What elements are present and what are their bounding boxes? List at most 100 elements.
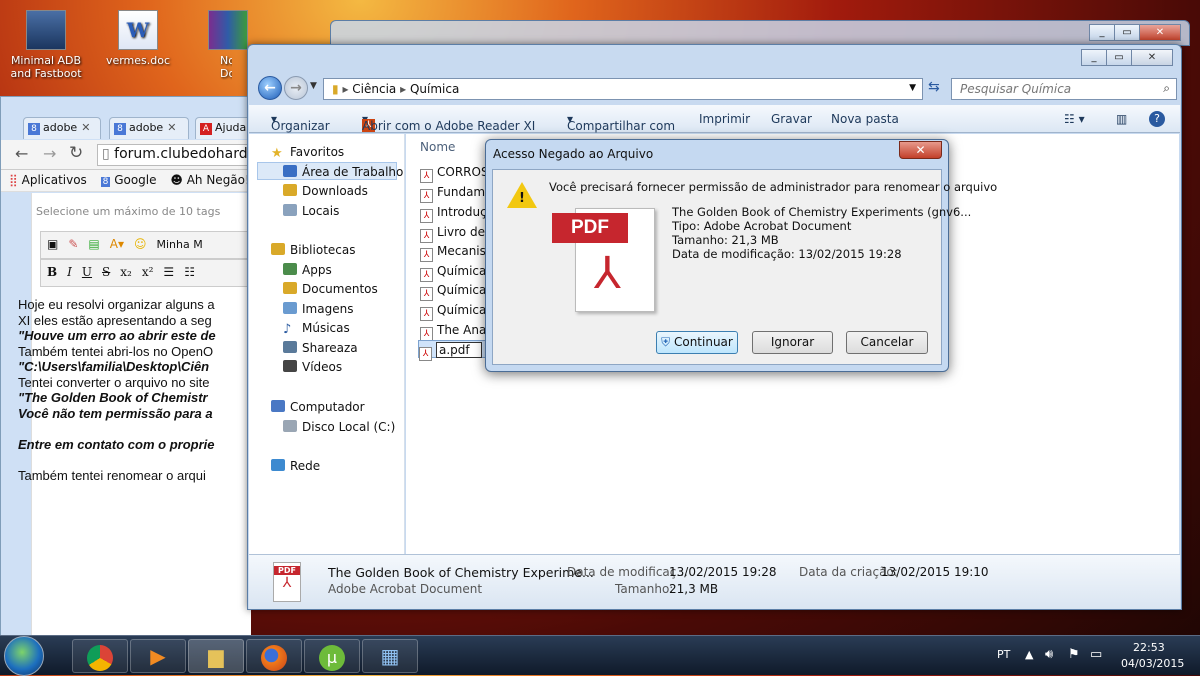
table-icon[interactable]: ▤ (88, 237, 99, 251)
start-button[interactable] (4, 636, 44, 676)
taskbar-remote-app[interactable]: ▦ (362, 639, 418, 673)
file-item[interactable]: ⅄ Química (420, 281, 486, 301)
dialog-close-icon[interactable]: ✕ (899, 141, 942, 159)
nav-places[interactable]: Locais (283, 202, 339, 220)
language-indicator[interactable]: PT (997, 648, 1010, 661)
chrome-tab-1[interactable]: 8 adobe ✕ (23, 117, 101, 139)
preview-pane-icon[interactable]: ▥ (1116, 112, 1127, 126)
recent-pages-chevron-icon[interactable]: ▼ (310, 81, 317, 91)
file-item[interactable]: ⅄ CORROS (420, 163, 489, 183)
help-icon[interactable]: ? (1149, 111, 1165, 127)
superscript-icon[interactable]: x² (142, 265, 154, 279)
font-color-icon[interactable]: A▾ (110, 237, 124, 251)
minimize-icon[interactable]: _ (1081, 49, 1107, 66)
view-options-icon[interactable]: ☷ ▾ (1064, 112, 1085, 126)
strikethrough-icon[interactable]: S (102, 265, 110, 279)
nav-videos[interactable]: Vídeos (283, 358, 342, 376)
eraser-icon[interactable]: ✎ (68, 237, 78, 251)
column-header-name[interactable]: Nome (420, 140, 455, 154)
bold-icon[interactable]: B (47, 265, 57, 279)
file-item[interactable]: ⅄ Livro de (420, 223, 485, 243)
nav-images[interactable]: Imagens (283, 300, 353, 318)
action-center-flag-icon[interactable]: ⚑ (1068, 647, 1080, 662)
clock-time[interactable]: 22:53 (1133, 641, 1165, 654)
maximize-icon[interactable]: ▭ (1106, 49, 1132, 66)
breadcrumb-ciencia[interactable]: Ciência (352, 82, 396, 96)
adobe-icon: A (200, 123, 212, 135)
nav-shareaza[interactable]: Shareaza (283, 339, 358, 357)
refresh-icon[interactable]: ⇆ (928, 79, 940, 95)
nav-computer[interactable]: Computador (271, 398, 365, 416)
file-item[interactable]: ⅄ The Anar (420, 321, 491, 341)
desktop-icon-adb[interactable]: Minimal ADB and Fastboot (0, 10, 92, 80)
tab-close-icon[interactable]: ✕ (167, 121, 176, 134)
taskbar-explorer[interactable]: ▆ (188, 639, 244, 673)
maximize-icon[interactable]: ▭ (1114, 24, 1140, 41)
taskbar-chrome[interactable] (72, 639, 128, 673)
desktop-icon-novo[interactable]: Nov Docume (180, 10, 250, 80)
taskbar-firefox[interactable] (246, 639, 302, 673)
chrome-tab-3[interactable]: A Ajuda (195, 117, 255, 139)
taskbar-utorrent[interactable]: µ (304, 639, 360, 673)
minimize-icon[interactable]: _ (1089, 24, 1115, 41)
subscript-icon[interactable]: x₂ (120, 265, 132, 279)
burn-button[interactable]: Gravar (771, 112, 812, 126)
file-item-renaming[interactable]: ⅄ a.pdf (418, 340, 487, 361)
close-icon[interactable]: ✕ (1131, 49, 1173, 66)
italic-icon[interactable]: I (67, 265, 72, 279)
organize-button[interactable]: Organizar ▾ (271, 112, 330, 133)
nav-network[interactable]: Rede (271, 457, 320, 475)
address-dropdown-icon[interactable]: ▼ (909, 83, 916, 93)
nav-downloads[interactable]: Downloads (283, 182, 368, 200)
nav-desktop[interactable]: Área de Trabalho (257, 162, 403, 180)
search-input[interactable]: Pesquisar Química ⌕ (951, 78, 1177, 100)
print-button[interactable]: Imprimir (699, 112, 750, 126)
address-bar[interactable]: ▮ ▸ Ciência ▸ Química ▼ (323, 78, 923, 100)
nav-favorites[interactable]: ★ Favoritos (271, 143, 344, 161)
source-icon[interactable]: ▣ (47, 237, 58, 251)
numbered-list-icon[interactable]: ☷ (184, 265, 195, 279)
tray-expand-icon[interactable]: ▲ (1025, 648, 1033, 661)
file-item[interactable]: ⅄ Química (420, 262, 486, 282)
file-item[interactable]: ⅄ Química (420, 301, 486, 321)
nav-music[interactable]: ♪ Músicas (283, 319, 350, 337)
back-arrow-icon[interactable]: ← (15, 144, 28, 163)
bookmark-google[interactable]: Google (114, 173, 156, 187)
breadcrumb-quimica[interactable]: Química (410, 82, 459, 96)
file-item[interactable]: ⅄ Introduç (420, 203, 487, 223)
open-with-button[interactable]: ⅄ Abrir com o Adobe Reader XI ▾ (362, 112, 535, 133)
share-button[interactable]: Compartilhar com ▾ (567, 112, 675, 133)
rename-input[interactable]: a.pdf (436, 342, 482, 358)
nav-local-disk[interactable]: Disco Local (C:) (283, 418, 395, 436)
nav-documents[interactable]: Documentos (283, 280, 378, 298)
nav-apps[interactable]: Apps (283, 261, 332, 279)
chrome-tab-2[interactable]: 8 adobe ✕ (109, 117, 189, 139)
tab-close-icon[interactable]: ✕ (81, 121, 90, 134)
address-bar[interactable]: ▯ forum.clubedohardw (97, 144, 257, 166)
bookmark-ahnegao[interactable]: Ah Negão! (187, 173, 250, 187)
file-item[interactable]: ⅄ Fundame (420, 183, 493, 203)
search-icon: ⌕ (1163, 81, 1170, 95)
media-icon[interactable]: Minha M (157, 238, 203, 251)
forward-arrow-icon[interactable]: → (43, 144, 56, 163)
forward-arrow-icon[interactable]: → (284, 76, 308, 100)
emoticon-icon[interactable]: ☺ (134, 237, 147, 251)
post-editor-text[interactable]: Hoje eu resolvi organizar alguns a XI ele… (18, 297, 218, 483)
reload-icon[interactable]: ↻ (69, 143, 83, 163)
new-folder-button[interactable]: Nova pasta (831, 112, 899, 126)
taskbar: ▶ ▆ µ ▦ PT ▲ 🔊︎ ⚑ ▭ 22:53 04/03/2015 (0, 635, 1200, 676)
back-arrow-icon[interactable]: ← (258, 76, 282, 100)
cancel-button[interactable]: Cancelar (846, 331, 928, 354)
network-status-icon[interactable]: ▭ (1090, 647, 1102, 662)
close-icon[interactable]: ✕ (1139, 24, 1181, 41)
ignore-button[interactable]: Ignorar (752, 331, 833, 354)
taskbar-media-player[interactable]: ▶ (130, 639, 186, 673)
clock-date[interactable]: 04/03/2015 (1121, 657, 1184, 670)
underline-icon[interactable]: U (82, 265, 92, 279)
volume-icon[interactable]: 🔊︎ (1045, 647, 1053, 662)
bookmark-apps[interactable]: Aplicativos (22, 173, 87, 187)
continue-button[interactable]: ⛨ Continuar (656, 331, 738, 354)
desktop-icon-vermes[interactable]: W vermes.doc (92, 10, 184, 67)
bulleted-list-icon[interactable]: ☰ (163, 265, 174, 279)
nav-libraries[interactable]: Bibliotecas (271, 241, 355, 259)
